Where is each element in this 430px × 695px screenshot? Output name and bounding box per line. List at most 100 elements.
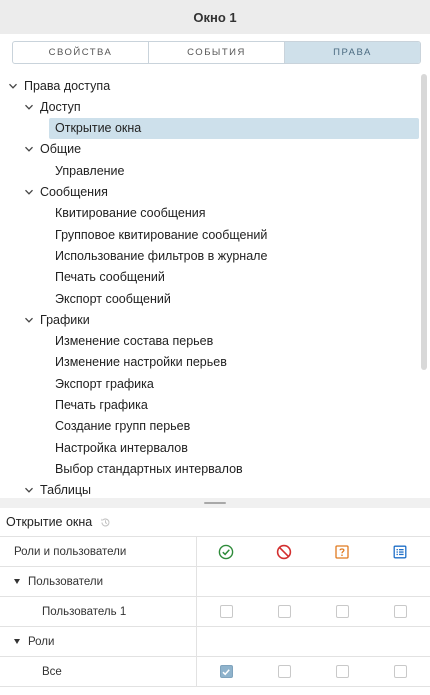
- tree-node[interactable]: Графики: [24, 309, 90, 330]
- tree-node-label: Экспорт сообщений: [55, 291, 171, 306]
- tree-node-label: Печать графика: [55, 398, 148, 412]
- tree-node[interactable]: Настройка интервалов: [55, 437, 188, 458]
- col-allow[interactable]: [197, 537, 255, 566]
- expand-triangle-icon[interactable]: [14, 579, 20, 584]
- tree-node-label: Изменение настройки перьев: [55, 355, 227, 370]
- list-icon: [393, 545, 407, 558]
- row-text: Роли: [28, 635, 55, 648]
- row-text: Пользователи: [28, 575, 104, 588]
- permission-cell: [197, 657, 255, 686]
- row-text: Пользователь 1: [42, 605, 127, 618]
- window-header: Окно 1: [0, 0, 430, 34]
- tree-node-label: Настройка интервалов: [55, 440, 188, 455]
- chevron-down-icon[interactable]: [8, 81, 18, 91]
- tree-node[interactable]: Экспорт сообщений: [55, 288, 171, 309]
- deny-icon: [276, 544, 292, 559]
- expand-triangle-icon[interactable]: [14, 639, 20, 644]
- grid-group-row: Пользователи: [0, 567, 430, 597]
- tab-properties[interactable]: СВОЙСТВА: [13, 42, 149, 63]
- permission-cell: [313, 657, 371, 686]
- permission-title-bar: Открытие окна: [0, 508, 430, 536]
- tree-node-label: Открытие окна: [55, 121, 142, 136]
- tree-node[interactable]: Квитирование сообщения: [55, 203, 205, 224]
- splitter-grip[interactable]: [204, 502, 226, 504]
- tree-node[interactable]: Доступ: [24, 96, 81, 117]
- permission-checkbox[interactable]: [277, 605, 291, 618]
- tree-node-label: Печать сообщений: [55, 270, 165, 285]
- tree-node-label: Управление: [55, 163, 125, 178]
- tree-node-label: Доступ: [40, 99, 81, 114]
- allow-icon: [218, 544, 234, 559]
- permission-cell: [255, 657, 313, 686]
- tree-node[interactable]: Печать сообщений: [55, 267, 165, 288]
- tree-node[interactable]: Общие: [24, 139, 81, 160]
- tree-node[interactable]: Таблицы: [24, 480, 91, 498]
- group-toggle[interactable]: Роли: [0, 627, 197, 656]
- permission-cell: [255, 597, 313, 626]
- permission-checkbox[interactable]: [393, 605, 407, 618]
- permission-cell: [371, 597, 429, 626]
- tree-node[interactable]: Использование фильтров в журнале: [55, 245, 267, 266]
- row-text: Все: [42, 665, 62, 678]
- col-deny[interactable]: [255, 537, 313, 566]
- grid-group-row: Роли: [0, 627, 430, 657]
- tree-node[interactable]: Сообщения: [24, 182, 108, 203]
- tab-rights[interactable]: ПРАВА: [285, 42, 420, 63]
- window-title: Окно 1: [193, 9, 237, 25]
- permissions-grid: Роли и пользователи Пользователи Пользов…: [0, 536, 430, 687]
- row-label: Все: [0, 657, 197, 686]
- tree-node[interactable]: Права доступа: [8, 75, 110, 96]
- permission-cell: [313, 597, 371, 626]
- tree-node-label: Графики: [40, 312, 90, 327]
- tree-node-label: Изменение состава перьев: [55, 334, 214, 349]
- permission-cell: [197, 597, 255, 626]
- tree-node-label: Выбор стандартных интервалов: [55, 461, 243, 476]
- history-icon[interactable]: [100, 517, 111, 528]
- permission-checkbox[interactable]: [219, 665, 233, 678]
- tree-node-label: Общие: [40, 142, 82, 157]
- tree-node[interactable]: Изменение настройки перьев: [55, 352, 227, 373]
- tree-node-label: Квитирование сообщения: [55, 206, 206, 221]
- permission-checkbox[interactable]: [277, 665, 291, 678]
- panel-splitter[interactable]: [0, 498, 430, 508]
- chevron-down-icon[interactable]: [24, 315, 34, 325]
- tree-node[interactable]: Экспорт графика: [55, 373, 154, 394]
- tree-node[interactable]: Изменение состава перьев: [55, 331, 213, 352]
- permission-checkbox[interactable]: [335, 665, 349, 678]
- tree-scrollbar[interactable]: [421, 74, 427, 370]
- row-label: Пользователь 1: [0, 597, 197, 626]
- tree-node-label: Права доступа: [24, 78, 111, 93]
- permission-cell: [371, 657, 429, 686]
- tree-node-label: Таблицы: [40, 483, 92, 498]
- tab-events[interactable]: СОБЫТИЯ: [149, 42, 285, 63]
- question-icon: [335, 544, 349, 559]
- roles-users-header: Роли и пользователи: [0, 537, 197, 566]
- tree-node[interactable]: Печать графика: [55, 395, 148, 416]
- tree-node-label: Создание групп перьев: [55, 419, 191, 434]
- tab-bar: СВОЙСТВА СОБЫТИЯ ПРАВА: [12, 41, 421, 64]
- tree-node[interactable]: Открытие окна: [49, 117, 419, 139]
- permission-title: Открытие окна: [6, 515, 93, 529]
- group-toggle[interactable]: Пользователи: [0, 567, 197, 596]
- col-list[interactable]: [371, 537, 429, 566]
- permission-checkbox[interactable]: [335, 605, 349, 618]
- tree-node-label: Сообщения: [40, 185, 108, 199]
- tree-node-label: Групповое квитирование сообщений: [55, 227, 268, 242]
- permission-checkbox[interactable]: [219, 605, 233, 618]
- chevron-down-icon[interactable]: [24, 187, 34, 197]
- tree-node[interactable]: Групповое квитирование сообщений: [55, 224, 267, 245]
- tree-node-label: Экспорт графика: [55, 376, 154, 391]
- chevron-down-icon[interactable]: [24, 144, 34, 154]
- col-question[interactable]: [313, 537, 371, 566]
- permissions-tree: Права доступа Доступ Открытие окна Общие Упр…: [0, 72, 420, 498]
- grid-item-row: Пользователь 1: [0, 597, 430, 627]
- chevron-down-icon[interactable]: [24, 102, 34, 112]
- tree-node-label: Использование фильтров в журнале: [55, 248, 268, 263]
- grid-header-row: Роли и пользователи: [0, 537, 430, 567]
- tree-node[interactable]: Управление: [55, 160, 125, 181]
- permission-checkbox[interactable]: [393, 665, 407, 678]
- grid-item-row: Все: [0, 657, 430, 687]
- tree-node[interactable]: Выбор стандартных интервалов: [55, 458, 243, 479]
- tree-node[interactable]: Создание групп перьев: [55, 416, 190, 437]
- chevron-down-icon[interactable]: [24, 485, 34, 495]
